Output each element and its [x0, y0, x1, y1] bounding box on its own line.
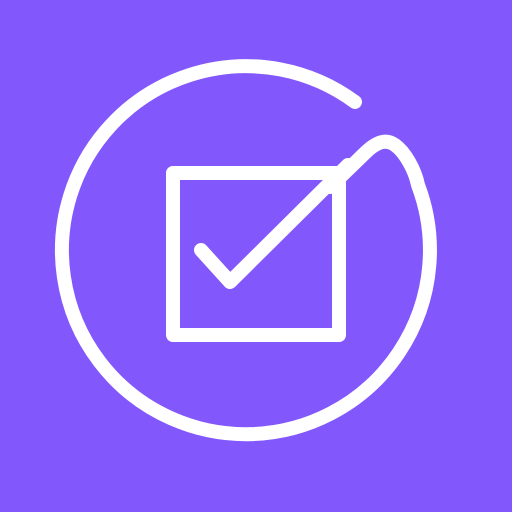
- app-icon: [0, 0, 512, 512]
- logo-graphic: [0, 0, 512, 512]
